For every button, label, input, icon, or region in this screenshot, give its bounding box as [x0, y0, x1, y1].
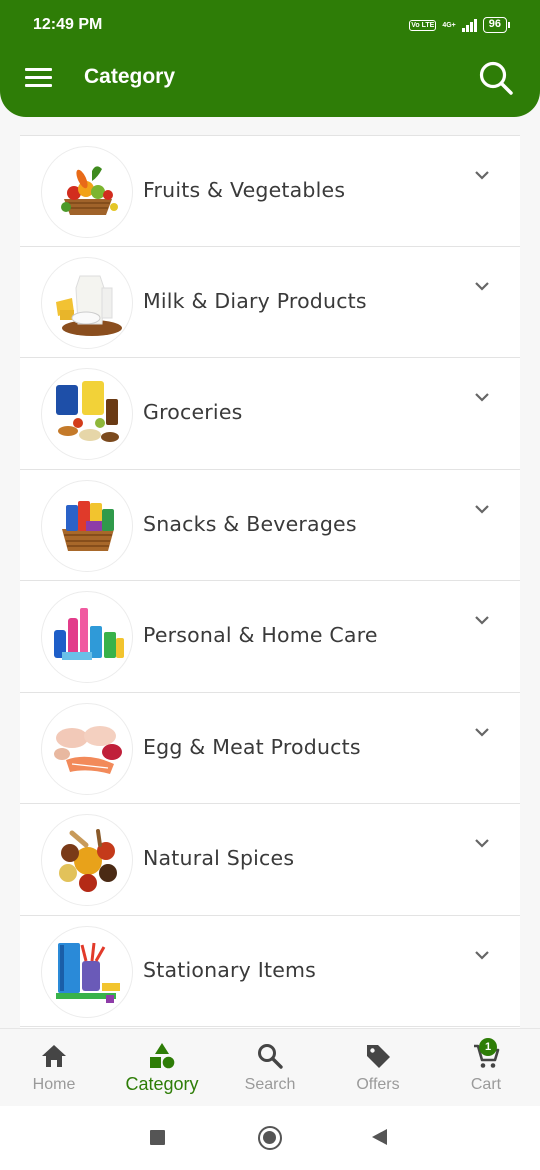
search-icon[interactable] [478, 60, 514, 96]
category-item-personal-home-care[interactable]: Personal & Home Care [20, 581, 520, 693]
home-care-products-image [41, 591, 133, 683]
system-navigation-bar [0, 1106, 540, 1170]
meat-products-image [41, 702, 133, 795]
hamburger-menu-icon[interactable] [25, 68, 52, 88]
battery-icon: 96 [482, 17, 510, 33]
recent-apps-icon[interactable] [150, 1130, 165, 1145]
nav-home[interactable]: Home [0, 1029, 108, 1106]
home-icon [40, 1042, 68, 1070]
battery-level: 96 [482, 17, 507, 33]
category-item-milk-dairy[interactable]: Milk & Diary Products [20, 246, 520, 358]
shapes-icon [148, 1042, 176, 1070]
milk-dairy-image [41, 256, 133, 349]
chevron-down-icon[interactable] [472, 390, 492, 404]
groceries-image [41, 368, 133, 460]
chevron-down-icon[interactable] [472, 613, 492, 627]
chevron-down-icon[interactable] [472, 725, 492, 739]
volte-icon: Vo LTE [409, 19, 437, 31]
tag-icon [364, 1042, 392, 1070]
fruits-vegetables-image [41, 146, 133, 238]
cart-count-badge: 1 [479, 1038, 497, 1056]
nav-label: Search [244, 1076, 296, 1093]
chevron-down-icon[interactable] [472, 279, 492, 293]
category-label: Personal & Home Care [143, 623, 378, 647]
category-item-stationary[interactable]: Stationary Items [20, 915, 520, 1027]
category-item-fruits-vegetables[interactable]: Fruits & Vegetables [20, 135, 520, 247]
signal-icon [461, 18, 477, 32]
chevron-down-icon[interactable] [472, 948, 492, 962]
bottom-navigation: Home Category Search Offers 1 Cart [0, 1028, 540, 1106]
nav-search[interactable]: Search [216, 1029, 324, 1106]
spices-image [41, 814, 133, 906]
network-type-label: 4G+ [442, 21, 456, 29]
category-label: Snacks & Beverages [143, 511, 357, 536]
nav-cart[interactable]: 1 Cart [432, 1029, 540, 1106]
status-time: 12:49 PM [33, 16, 103, 33]
chevron-down-icon[interactable] [472, 502, 492, 516]
category-label: Milk & Diary Products [143, 288, 367, 313]
top-app-bar: Category [0, 58, 540, 100]
nav-label: Category [125, 1074, 199, 1094]
category-label: Groceries [143, 400, 243, 424]
status-icons: Vo LTE 4G+ 96 [409, 17, 510, 33]
app-screen: 12:49 PM Vo LTE 4G+ 96 Category Fruits &… [0, 0, 540, 1170]
app-header: 12:49 PM Vo LTE 4G+ 96 Category [0, 0, 540, 117]
nav-category[interactable]: Category [108, 1029, 216, 1106]
nav-label: Offers [356, 1076, 400, 1093]
nav-label: Home [32, 1076, 76, 1093]
category-label: Stationary Items [143, 957, 317, 982]
category-item-groceries[interactable]: Groceries [20, 358, 520, 470]
chevron-down-icon[interactable] [472, 836, 492, 850]
snacks-basket-image [41, 479, 133, 572]
category-label: Natural Spices [143, 846, 295, 870]
back-triangle-icon[interactable] [372, 1129, 387, 1145]
cart-icon: 1 [472, 1038, 500, 1070]
category-label: Egg & Meat Products [143, 734, 361, 759]
category-item-natural-spices[interactable]: Natural Spices [20, 804, 520, 916]
category-label: Fruits & Vegetables [143, 178, 346, 202]
category-list[interactable]: Fruits & Vegetables Milk & Diary Product… [20, 135, 520, 1028]
category-item-egg-meat[interactable]: Egg & Meat Products [20, 692, 520, 804]
home-circle-icon[interactable] [258, 1126, 282, 1150]
nav-offers[interactable]: Offers [324, 1029, 432, 1106]
nav-label: Cart [470, 1076, 502, 1093]
search-icon [256, 1042, 284, 1070]
chevron-down-icon[interactable] [472, 168, 492, 182]
page-title: Category [84, 65, 176, 88]
stationery-image [41, 925, 133, 1018]
category-item-snacks-beverages[interactable]: Snacks & Beverages [20, 469, 520, 581]
status-bar: 12:49 PM Vo LTE 4G+ 96 [33, 14, 510, 36]
